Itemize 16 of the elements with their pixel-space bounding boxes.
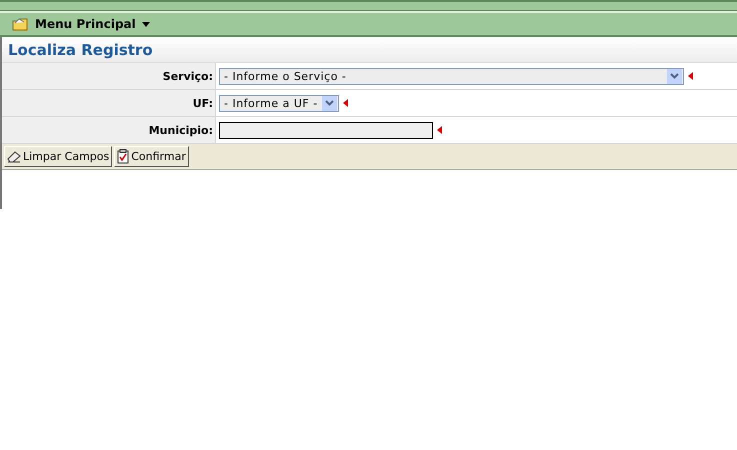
- main-menu[interactable]: Menu Principal: [35, 17, 150, 31]
- chevron-icon: [325, 100, 334, 106]
- dropdown[interactable]: - Informe a UF -: [219, 94, 339, 112]
- action-button[interactable]: Limpar Campos: [4, 146, 112, 167]
- clipboard-icon: [117, 149, 130, 164]
- field-label: UF:: [192, 96, 213, 110]
- dropdown[interactable]: - Informe o Serviço -: [219, 68, 684, 84]
- eraser-icon: [7, 150, 21, 163]
- caret-icon: [142, 22, 150, 26]
- folder-icon: [12, 17, 29, 31]
- page-title: Localiza Registro: [8, 40, 153, 58]
- chevron-icon: [670, 73, 679, 79]
- field-label: Municipio:: [148, 124, 213, 136]
- field-label: Serviço:: [162, 70, 213, 82]
- input-field[interactable]: [219, 122, 433, 138]
- action-button[interactable]: Confirmar: [114, 146, 189, 167]
